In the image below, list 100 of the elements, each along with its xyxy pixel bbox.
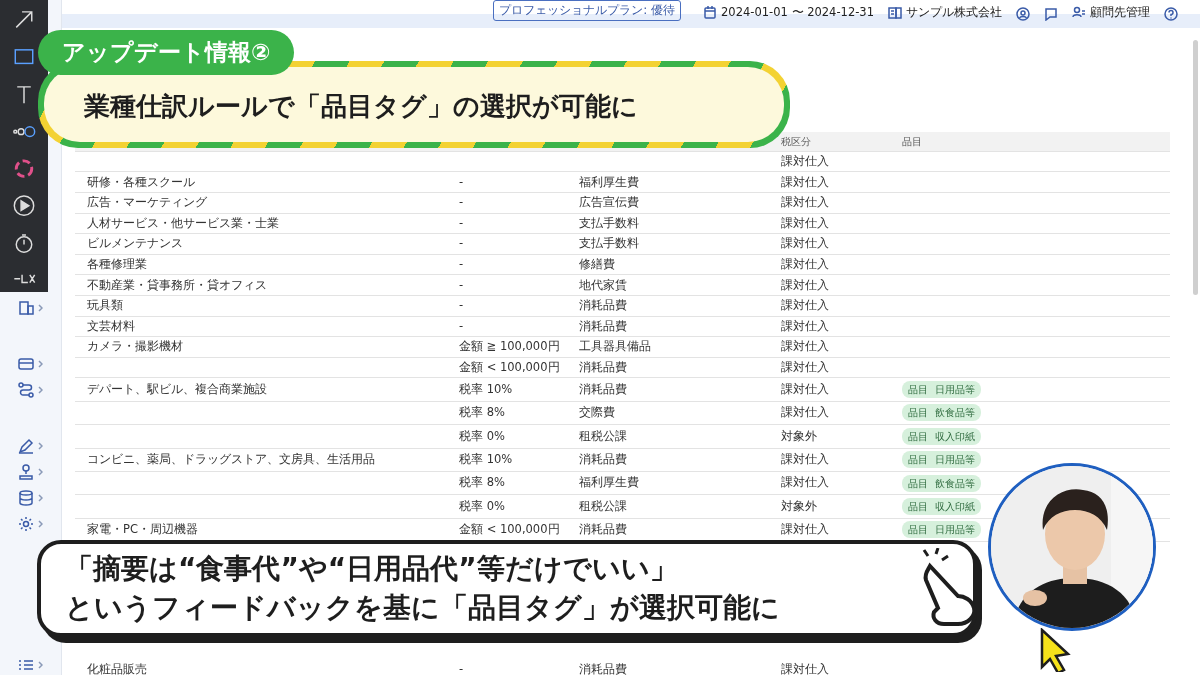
table-cell-text: 広告宣伝費: [579, 194, 640, 212]
table-cell-text: 課対仕入: [781, 297, 830, 315]
table-cell-text: 各種修理業: [87, 255, 148, 273]
chevron-icon[interactable]: [38, 386, 43, 394]
list-icon[interactable]: [18, 657, 34, 673]
building-icon[interactable]: [888, 5, 902, 20]
item-tag[interactable]: 品目 日用品等: [902, 451, 981, 469]
users-icon[interactable]: [1072, 5, 1086, 20]
table-cell-text: 化粧品販売: [87, 661, 148, 675]
chevron-icon[interactable]: [38, 520, 43, 528]
table-cell-text: 課対仕入: [781, 338, 830, 356]
table-cell-text: 課対仕入: [781, 276, 830, 294]
table-cell-text: -: [459, 255, 465, 273]
building-icon[interactable]: [18, 300, 34, 316]
table-cell-text: -: [459, 317, 465, 335]
item-tag[interactable]: 品目 日用品等: [902, 521, 981, 539]
table-cell-text: 福利厚生費: [579, 173, 640, 191]
table-cell-text: 課対仕入: [781, 255, 830, 273]
table-cell-text: 文芸材料: [87, 317, 136, 335]
chevron-icon[interactable]: [38, 360, 43, 368]
date-range[interactable]: 2024-01-01 〜 2024-12-31: [721, 3, 874, 21]
user-circle-icon[interactable]: [1016, 6, 1030, 21]
table-cell-text: 税率 0%: [459, 497, 506, 515]
table-cell-text: 税率 10%: [459, 380, 514, 398]
table-cell-text: 消耗品費: [579, 358, 628, 376]
table-cell-text: 消耗品費: [579, 661, 628, 675]
item-tag[interactable]: 品目 収入印紙: [902, 497, 981, 515]
table-cell-text: -: [459, 297, 465, 315]
client-management-link[interactable]: 顧問先管理: [1090, 3, 1150, 21]
table-cell-text: 課対仕入: [781, 173, 830, 191]
table-cell-text: -: [459, 173, 465, 191]
table-cell-text: カメラ・撮影機材: [87, 338, 184, 356]
table-cell-text: 対象外: [781, 497, 818, 515]
table-cell-text: 課対仕入: [781, 474, 830, 492]
table-cell-text: 広告・マーケティング: [87, 194, 208, 212]
database-icon[interactable]: [18, 490, 34, 506]
item-tag[interactable]: 品目 飲食品等: [902, 474, 981, 492]
table-cell-text: 地代家賃: [579, 276, 628, 294]
table-cell-text: 課対仕入: [781, 317, 830, 335]
table-cell-text: 消耗品費: [579, 380, 628, 398]
chevron-icon[interactable]: [38, 661, 43, 669]
table-cell-text: 支払手数料: [579, 214, 640, 232]
table-cell-text: 消耗品費: [579, 297, 628, 315]
table-cell-text: 課対仕入: [781, 235, 830, 253]
table-cell-text: 租税公課: [579, 427, 628, 445]
column-header: 品目: [902, 134, 923, 149]
table-cell-text: 人材サービス・他サービス業・士業: [87, 214, 280, 232]
table-cell-text: 税率 10%: [459, 451, 514, 469]
table-cell-text: -: [459, 194, 465, 212]
card-icon[interactable]: [18, 356, 34, 372]
chevron-icon[interactable]: [38, 442, 43, 450]
route-icon[interactable]: [18, 382, 34, 398]
scrollbar[interactable]: [1193, 40, 1198, 295]
calendar-icon[interactable]: [703, 5, 717, 20]
table-cell-text: -: [459, 214, 465, 232]
table-cell-text: 支払手数料: [579, 235, 640, 253]
chevron-icon[interactable]: [38, 468, 43, 476]
table-cell-text: 課対仕入: [781, 214, 830, 232]
caption-line: 「摘要は“食事代”や“日用品代”等だけでいい」: [65, 551, 679, 587]
banner-label: アップデート情報②: [38, 30, 295, 75]
color-wheel-icon[interactable]: [12, 157, 36, 181]
table-cell-text: 修繕費: [579, 255, 616, 273]
chat-icon[interactable]: [1044, 6, 1058, 21]
pen-icon[interactable]: [18, 438, 34, 454]
table-cell-text: 不動産業・貸事務所・貸オフィス: [87, 276, 268, 294]
table-cell-text: 金額 ≧ 100,000円: [459, 338, 561, 356]
table-cell-text: 金額 < 100,000円: [459, 521, 561, 539]
item-tag[interactable]: 品目 飲食品等: [902, 404, 981, 422]
table-cell-text: 課対仕入: [781, 152, 830, 170]
item-tag[interactable]: 品目 収入印紙: [902, 427, 981, 445]
caption-line: というフィードバックを基に「品目タグ」が選択可能に: [65, 589, 781, 626]
table-cell-text: デパート、駅ビル、複合商業施設: [87, 380, 268, 398]
chevron-icon[interactable]: [38, 304, 43, 312]
chevron-icon[interactable]: [38, 494, 43, 502]
table-cell-text: 課対仕入: [781, 661, 830, 675]
table-cell-text: 対象外: [781, 427, 818, 445]
table-cell-text: 課対仕入: [781, 380, 830, 398]
play-icon[interactable]: [12, 194, 36, 218]
table-cell-text: 課対仕入: [781, 358, 830, 376]
table-cell-text: 課対仕入: [781, 521, 830, 539]
table-cell-text: コンビニ、薬局、ドラッグストア、文房具、生活用品: [87, 451, 376, 469]
table-cell-text: 玩具類: [87, 297, 124, 315]
plan-badge: プロフェッショナルプラン: 優待: [493, 0, 681, 21]
table-cell-text: -: [459, 276, 465, 294]
table-cell-text: 税率 8%: [459, 474, 506, 492]
table-cell-text: 税率 8%: [459, 404, 506, 422]
gear-icon[interactable]: [18, 516, 34, 532]
help-icon[interactable]: [1164, 6, 1178, 21]
item-tag[interactable]: 品目 日用品等: [902, 381, 981, 398]
table-cell-text: 消耗品費: [579, 521, 628, 539]
table-cell-text: 租税公課: [579, 497, 628, 515]
column-header: 税区分: [781, 134, 812, 149]
table-cell-text: 課対仕入: [781, 404, 830, 422]
table-cell-text: 交際費: [579, 404, 616, 422]
table-cell-text: -: [459, 235, 465, 253]
table-cell-text: 課対仕入: [781, 451, 830, 469]
table-cell-text: -: [459, 661, 465, 675]
company-name[interactable]: サンプル株式会社: [906, 3, 1002, 21]
stamp-icon[interactable]: [18, 464, 34, 480]
table-cell-text: 研修・各種スクール: [87, 173, 196, 191]
